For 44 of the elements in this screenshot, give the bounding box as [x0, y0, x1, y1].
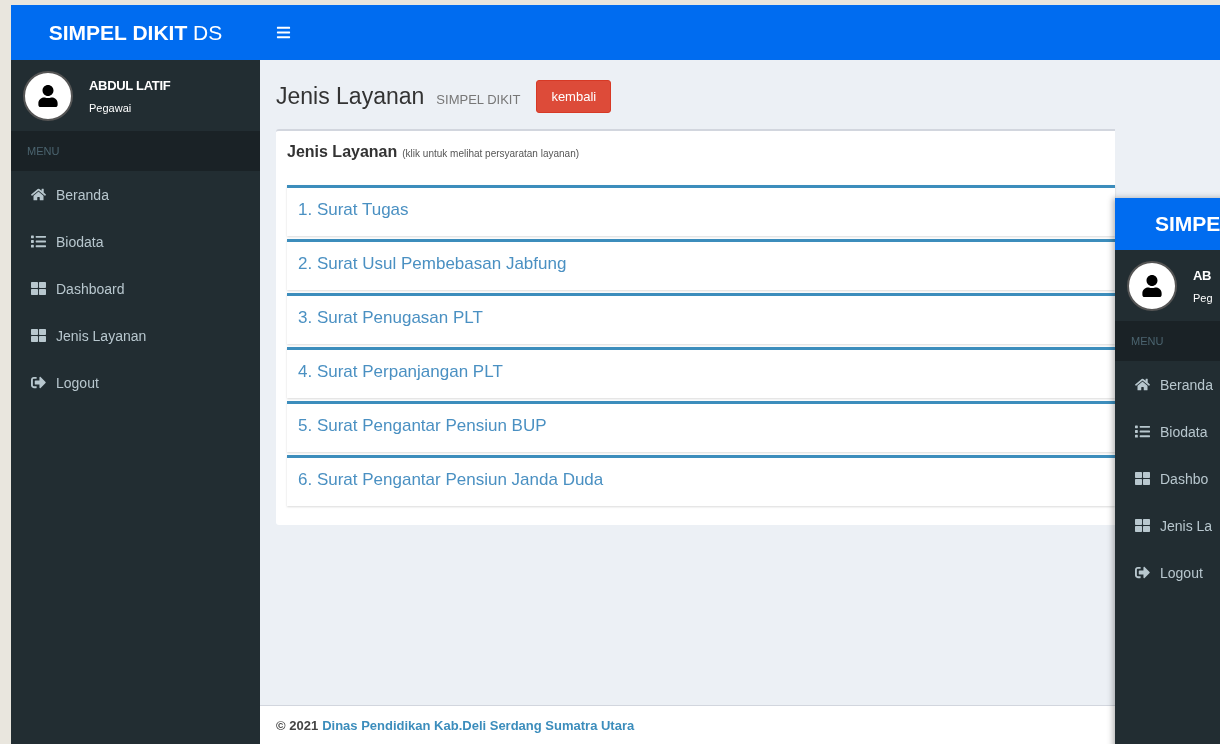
- logout-icon: [1135, 565, 1150, 580]
- menu-icon[interactable]: [276, 25, 291, 40]
- brand-logo[interactable]: SIMPE: [1115, 198, 1220, 250]
- user-name: AB: [1193, 267, 1213, 283]
- avatar-icon: [1127, 260, 1177, 311]
- grid-icon: [31, 328, 46, 343]
- service-item[interactable]: 5. Surat Pengantar Pensiun BUP: [287, 401, 1115, 452]
- user-role: Peg: [1193, 291, 1213, 304]
- sidebar-item[interactable]: Beranda: [11, 171, 260, 218]
- copyright-text: © 2021: [276, 717, 319, 733]
- list-icon: [1135, 424, 1150, 439]
- grid-icon: [1135, 518, 1150, 533]
- user-name: ABDUL LATIF: [89, 77, 171, 93]
- card-hint: (klik untuk melihat persyaratan layanan): [402, 148, 580, 159]
- footer-link[interactable]: Dinas Pendidikan Kab.Deli Serdang Sumatra Utara: [322, 717, 635, 733]
- list-icon: [31, 234, 46, 249]
- sidebar-item[interactable]: Logout: [11, 359, 260, 406]
- sidebar-item[interactable]: Biodata: [1115, 408, 1220, 455]
- service-item[interactable]: 6. Surat Pengantar Pensiun Janda Duda: [287, 455, 1115, 506]
- back-button[interactable]: kembali: [536, 79, 612, 113]
- home-icon: [31, 187, 46, 202]
- sidebar-item[interactable]: Dashboard: [11, 265, 260, 312]
- service-item[interactable]: 4. Surat Perpanjangan PLT: [287, 347, 1115, 398]
- sidebar-item[interactable]: Jenis Layanan: [11, 312, 260, 359]
- grid-icon: [1135, 471, 1150, 486]
- user-role: Pegawai: [89, 101, 133, 114]
- card-title: Jenis Layanan: [287, 143, 398, 161]
- sidebar-item[interactable]: Biodata: [11, 218, 260, 265]
- service-item[interactable]: 1. Surat Tugas: [287, 185, 1115, 236]
- service-item[interactable]: 3. Surat Penugasan PLT: [287, 293, 1115, 344]
- menu-heading: MENU: [1115, 321, 1220, 361]
- service-item[interactable]: 2. Surat Usul Pembebasan Jabfung: [287, 239, 1115, 290]
- sidebar-item[interactable]: Dashbo: [1115, 455, 1220, 502]
- page-title: Jenis Layanan: [276, 82, 425, 110]
- logout-icon: [31, 375, 46, 390]
- grid-icon: [31, 281, 46, 296]
- home-icon: [1135, 377, 1150, 392]
- brand-logo[interactable]: SIMPEL DIKIT DS: [11, 20, 260, 45]
- page-subtitle: SIMPEL DIKIT: [436, 91, 521, 107]
- menu-heading: MENU: [11, 131, 260, 171]
- sidebar-item[interactable]: Logout: [1115, 549, 1220, 596]
- sidebar-item[interactable]: Beranda: [1115, 361, 1220, 408]
- avatar-icon: [23, 70, 73, 121]
- sidebar-item[interactable]: Jenis La: [1115, 502, 1220, 549]
